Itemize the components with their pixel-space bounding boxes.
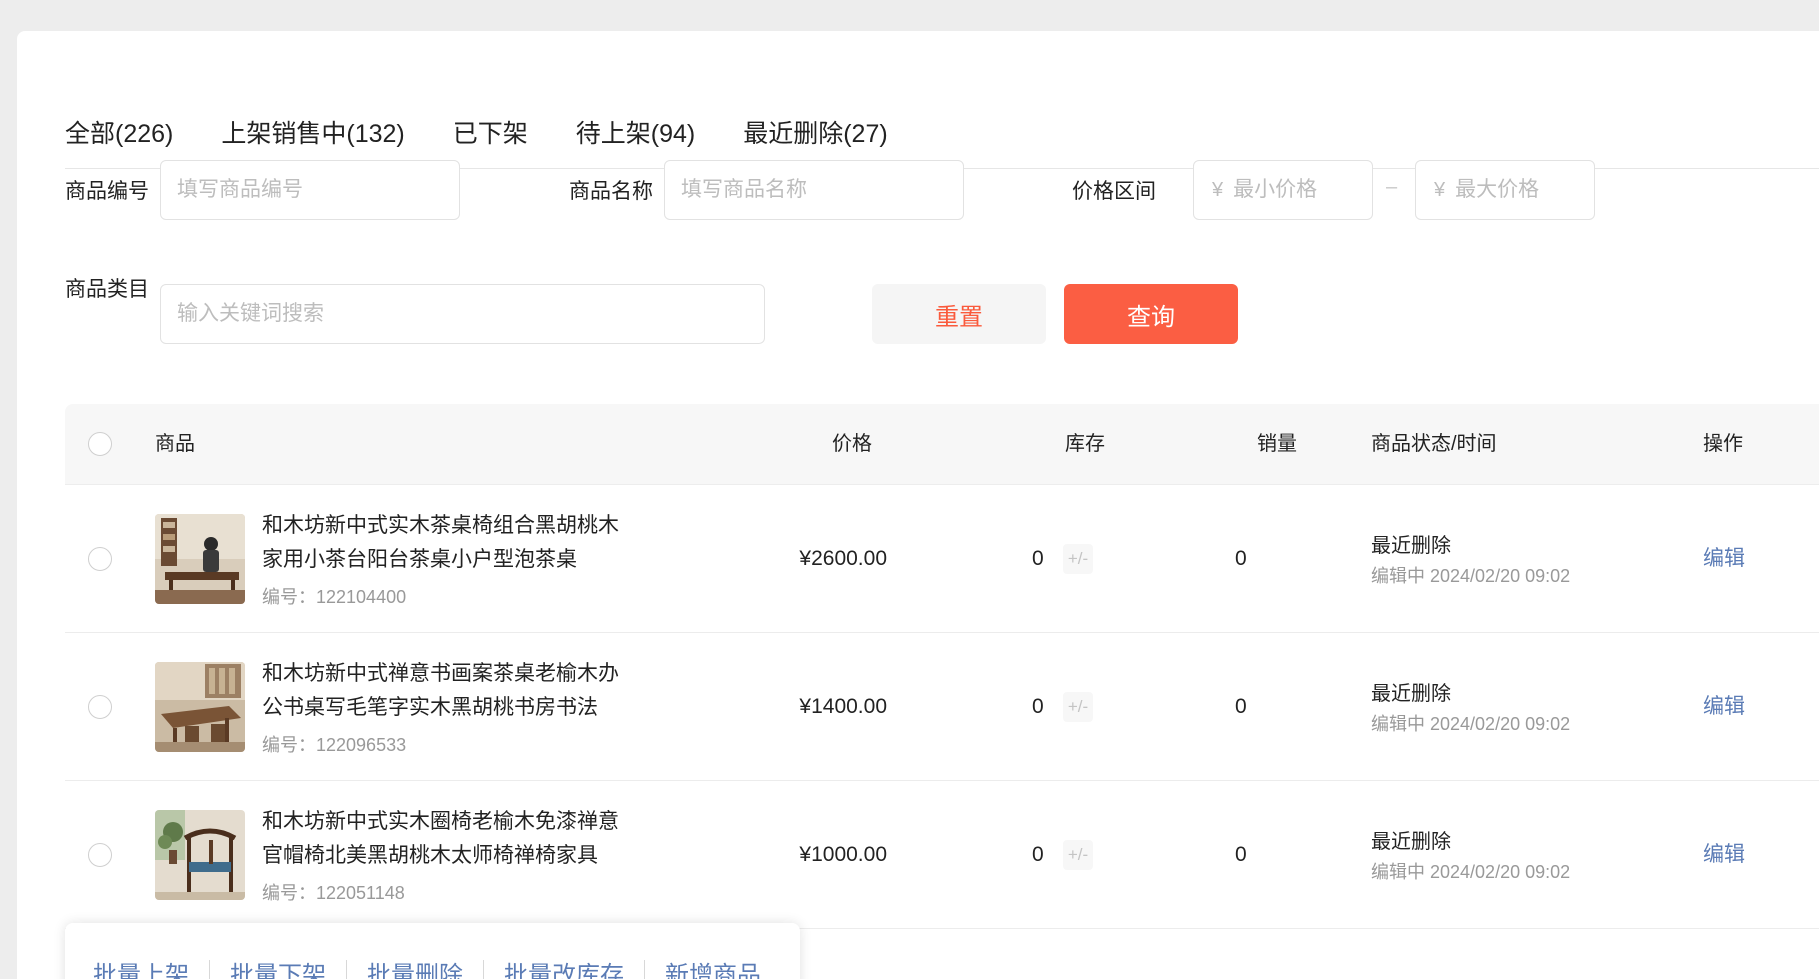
edit-link[interactable]: 编辑	[1703, 485, 1745, 633]
edit-link[interactable]: 编辑	[1703, 781, 1745, 929]
product-name: 和木坊新中式实木圈椅老榆木免漆禅意官帽椅北美黑胡桃木太师椅禅椅家具	[262, 810, 619, 867]
header-action: 操作	[1703, 433, 1743, 455]
row-select-radio[interactable]	[88, 695, 112, 719]
tab-recently-deleted[interactable]: 最近删除(27)	[743, 79, 889, 169]
batch-action-bar: 批量上架 批量下架 批量删除 批量改库存 新增商品	[65, 923, 800, 979]
stock-adjust-icon[interactable]: +/-	[1063, 840, 1093, 870]
product-name: 和木坊新中式实木茶桌椅组合黑胡桃木家用小茶台阳台茶桌小户型泡茶桌	[262, 514, 619, 571]
product-status: 最近删除	[1371, 535, 1451, 557]
edit-link[interactable]: 编辑	[1703, 633, 1745, 781]
product-stock: 0	[1032, 695, 1044, 718]
select-all-radio[interactable]	[88, 432, 112, 456]
batch-edit-stock-button[interactable]: 批量改库存	[504, 955, 624, 979]
min-price-field[interactable]: ¥	[1193, 160, 1373, 220]
header-stock: 库存	[1065, 433, 1105, 455]
batch-delist-button[interactable]: 批量下架	[230, 955, 326, 979]
product-code-label: 商品编号	[65, 180, 149, 203]
product-management-panel: 全部(226) 上架销售中(132) 已下架 待上架(94) 最近删除(27) …	[17, 31, 1819, 979]
range-separator: –	[1386, 176, 1398, 198]
query-button[interactable]: 查询	[1064, 284, 1238, 344]
product-thumbnail	[155, 810, 245, 900]
product-sales: 0	[1235, 695, 1247, 718]
product-name-label: 商品名称	[569, 180, 653, 203]
product-thumbnail	[155, 514, 245, 604]
status-time: 编辑中 2024/02/20 09:02	[1371, 566, 1571, 586]
product-name: 和木坊新中式禅意书画案茶桌老榆木办公书桌写毛笔字实木黑胡桃书房书法	[262, 662, 619, 719]
tab-all[interactable]: 全部(226)	[65, 79, 173, 168]
add-product-button[interactable]: 新增商品	[665, 955, 761, 979]
min-price-input[interactable]	[1233, 178, 1344, 202]
yen-icon: ¥	[1212, 178, 1224, 201]
tab-pending[interactable]: 待上架(94)	[576, 79, 695, 168]
tab-off-shelf[interactable]: 已下架	[453, 79, 528, 168]
status-tabs: 全部(226) 上架销售中(132) 已下架 待上架(94) 最近删除(27)	[65, 79, 1819, 169]
product-thumbnail	[155, 662, 245, 752]
product-code: 编号：122051148	[262, 883, 405, 903]
header-price: 价格	[832, 433, 872, 455]
row-select-radio[interactable]	[88, 547, 112, 571]
table-header: 商品 价格 库存 销量 商品状态/时间 操作	[65, 404, 1819, 485]
divider	[209, 960, 210, 979]
price-range-label: 价格区间	[1072, 180, 1156, 203]
product-code: 编号：122096533	[262, 735, 407, 755]
product-sales: 0	[1235, 843, 1247, 866]
product-sales: 0	[1235, 547, 1247, 570]
max-price-field[interactable]: ¥	[1415, 160, 1595, 220]
row-select-radio[interactable]	[88, 843, 112, 867]
table-row: 和木坊新中式实木茶桌椅组合黑胡桃木家用小茶台阳台茶桌小户型泡茶桌 编号：1221…	[65, 485, 1819, 633]
table-row: 和木坊新中式禅意书画案茶桌老榆木办公书桌写毛笔字实木黑胡桃书房书法 编号：122…	[65, 633, 1819, 781]
product-status: 最近删除	[1371, 831, 1451, 853]
header-status: 商品状态/时间	[1371, 433, 1497, 455]
product-code-input[interactable]	[160, 160, 460, 220]
divider	[346, 960, 347, 979]
category-search-input[interactable]	[160, 284, 765, 344]
product-price: ¥2600.00	[799, 547, 887, 570]
product-name-input[interactable]	[664, 160, 964, 220]
stock-adjust-icon[interactable]: +/-	[1063, 544, 1093, 574]
product-stock: 0	[1032, 547, 1044, 570]
yen-icon: ¥	[1434, 178, 1446, 201]
max-price-input[interactable]	[1455, 178, 1566, 202]
status-time: 编辑中 2024/02/20 09:02	[1371, 714, 1571, 734]
product-price: ¥1000.00	[799, 843, 887, 866]
product-status: 最近删除	[1371, 683, 1451, 705]
status-time: 编辑中 2024/02/20 09:02	[1371, 862, 1571, 882]
product-stock: 0	[1032, 843, 1044, 866]
batch-delete-button[interactable]: 批量删除	[367, 955, 463, 979]
divider	[483, 960, 484, 979]
divider	[644, 960, 645, 979]
batch-list-button[interactable]: 批量上架	[93, 955, 189, 979]
category-label: 商品类目	[65, 278, 149, 301]
product-code: 编号：122104400	[262, 587, 407, 607]
header-product: 商品	[155, 433, 195, 455]
stock-adjust-icon[interactable]: +/-	[1063, 692, 1093, 722]
header-sales: 销量	[1257, 433, 1297, 455]
product-price: ¥1400.00	[799, 695, 887, 718]
reset-button[interactable]: 重置	[872, 284, 1046, 344]
tab-on-sale[interactable]: 上架销售中(132)	[221, 79, 404, 168]
table-row: 和木坊新中式实木圈椅老榆木免漆禅意官帽椅北美黑胡桃木太师椅禅椅家具 编号：122…	[65, 781, 1819, 929]
